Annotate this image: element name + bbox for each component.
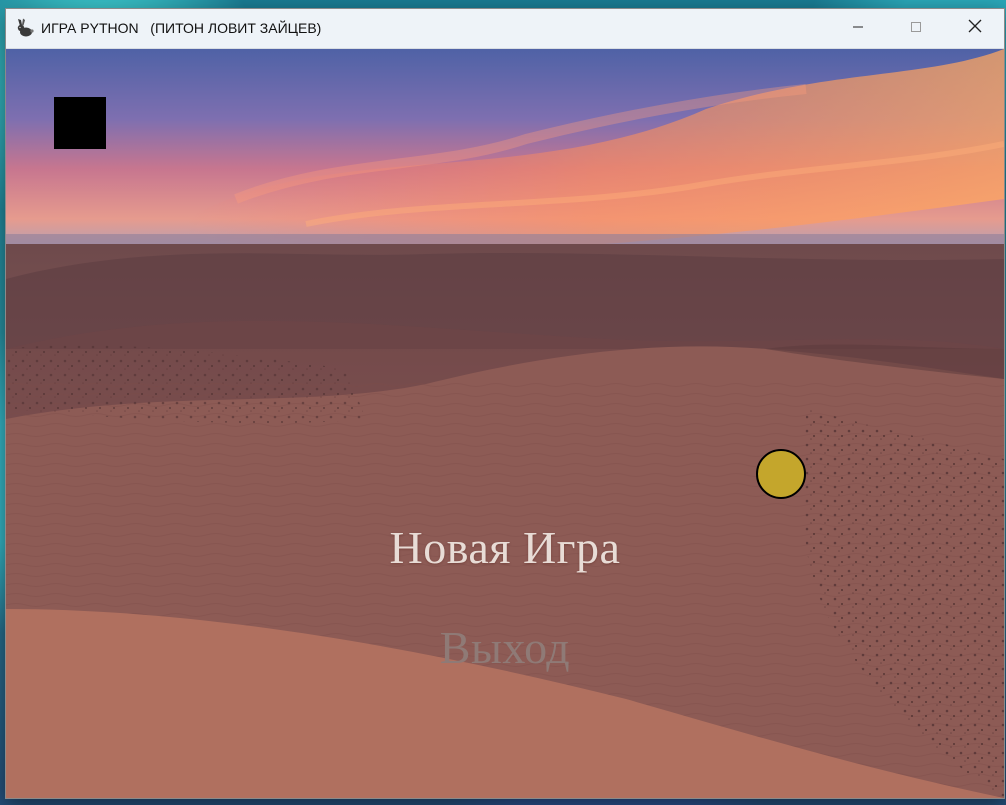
game-window: ИГРА PYTHON (ПИТОН ЛОВИТ ЗАЙЦЕВ) Новая И… — [5, 8, 1005, 799]
exit-menu-item[interactable]: Выход — [6, 621, 1004, 674]
maximize-button[interactable] — [887, 9, 945, 48]
game-canvas[interactable]: Новая Игра Выход — [6, 49, 1004, 798]
minimize-icon — [852, 20, 864, 38]
maximize-icon — [910, 20, 922, 38]
black-square — [54, 97, 106, 149]
close-icon — [968, 19, 982, 38]
close-button[interactable] — [946, 9, 1004, 48]
yellow-ball — [756, 449, 806, 499]
rabbit-icon — [15, 18, 35, 38]
new-game-menu-item[interactable]: Новая Игра — [6, 521, 1004, 574]
desert-sunset-background — [6, 49, 1004, 798]
window-title: ИГРА PYTHON (ПИТОН ЛОВИТ ЗАЙЦЕВ) — [41, 20, 322, 36]
minimize-button[interactable] — [829, 9, 887, 48]
title-bar[interactable]: ИГРА PYTHON (ПИТОН ЛОВИТ ЗАЙЦЕВ) — [6, 9, 1004, 49]
